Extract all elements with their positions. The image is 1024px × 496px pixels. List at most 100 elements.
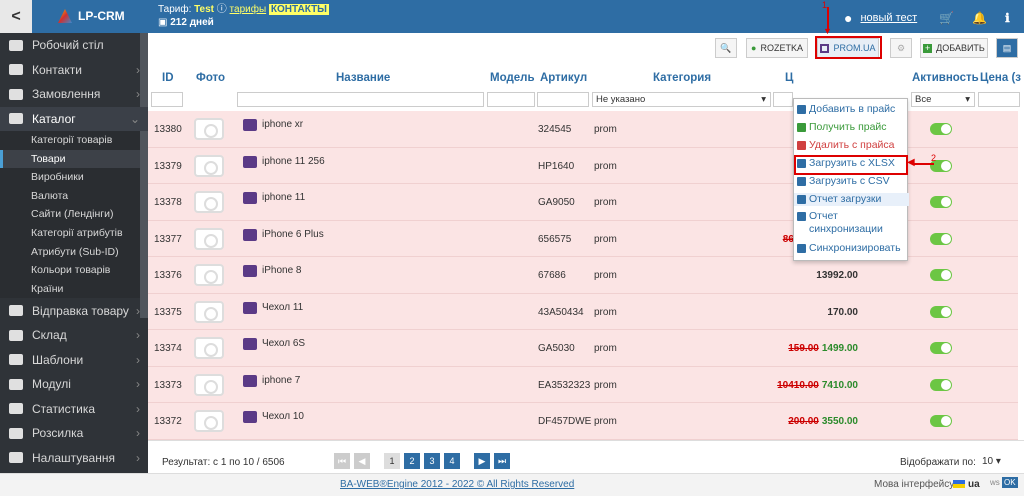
user-name[interactable]: новый тест	[860, 12, 917, 24]
table-row[interactable]: 13374 Чехол 6S GA5030 prom 159.00 1499.00	[148, 330, 1018, 367]
sidebar-sub-product-categories[interactable]: Категорії товарів	[0, 131, 148, 150]
col-name[interactable]: Название	[336, 72, 390, 84]
page-2[interactable]: 2	[404, 453, 420, 469]
sidebar-item-dashboard[interactable]: Робочий стіл	[0, 33, 148, 58]
first-page-button[interactable]: ⏮	[334, 453, 350, 469]
sidebar-item-statistics[interactable]: Статистика ›	[0, 396, 148, 421]
filter-active-select[interactable]: Все ▾	[911, 92, 975, 107]
user-menu[interactable]: ● новый тест 🛒 🔔 ℹ	[844, 10, 1010, 26]
sidebar-sub-colors[interactable]: Кольори товарів	[0, 261, 148, 280]
export-button[interactable]: ▤	[996, 38, 1018, 58]
prev-page-button[interactable]: ◀	[354, 453, 370, 469]
camera-icon[interactable]	[194, 300, 224, 323]
active-toggle[interactable]	[930, 269, 952, 281]
sidebar-sub-attribute-categories[interactable]: Категорії атрибутів	[0, 223, 148, 243]
filter-price-input[interactable]	[773, 92, 793, 107]
row-name[interactable]: Чехол 6S	[262, 338, 305, 349]
back-button[interactable]: <	[0, 0, 32, 33]
filter-id-input[interactable]	[151, 92, 183, 107]
bell-icon[interactable]: 🔔	[972, 11, 987, 25]
sidebar-item-warehouse[interactable]: Склад ›	[0, 323, 148, 348]
page-3[interactable]: 3	[424, 453, 440, 469]
camera-icon[interactable]	[194, 373, 224, 396]
sidebar-item-orders[interactable]: Замовлення ›	[0, 82, 148, 107]
page-1[interactable]: 1	[384, 453, 400, 469]
sidebar-sub-sites[interactable]: Сайти (Лендінги)	[0, 205, 148, 224]
active-toggle[interactable]	[930, 196, 952, 208]
contacts-link[interactable]: КОНТАКТЫ	[268, 4, 329, 15]
sidebar-item-catalog[interactable]: Каталог ⌄	[0, 106, 148, 131]
info-circle-icon[interactable]: ℹ	[1005, 11, 1010, 25]
col-model[interactable]: Модель	[490, 72, 535, 84]
filter-name-input[interactable]	[237, 92, 484, 107]
add-button[interactable]: + ДОБАВИТЬ	[920, 38, 988, 58]
table-row[interactable]: 13376 iPhone 8 67686 prom 13992.00	[148, 257, 1018, 294]
camera-icon[interactable]	[194, 227, 224, 250]
active-toggle[interactable]	[930, 305, 952, 318]
filter-category-select[interactable]: Не указано ▾	[592, 92, 771, 107]
tariffs-link[interactable]: тарифы	[230, 4, 267, 15]
sidebar-sub-attributes[interactable]: Атрибути (Sub-ID)	[0, 242, 148, 262]
rozetka-button[interactable]: ● ROZETKA	[746, 38, 808, 58]
col-id[interactable]: ID	[162, 72, 174, 84]
row-name[interactable]: iphone 7	[262, 375, 300, 386]
dropdown-item[interactable]: Получить прайс	[794, 121, 909, 134]
table-row[interactable]: 13372 Чехол 10 DF457DWE prom 200.00 3550.00	[148, 403, 1018, 440]
next-page-button[interactable]: ▶	[474, 453, 490, 469]
sidebar-sub-countries[interactable]: Країни	[0, 279, 148, 299]
sidebar-item-modules[interactable]: Модулі ›	[0, 372, 148, 397]
sidebar-item-shipping[interactable]: Відправка товару ›	[0, 298, 148, 323]
camera-icon[interactable]	[194, 191, 224, 213]
active-toggle[interactable]	[930, 378, 952, 391]
sidebar-sub-products[interactable]: Товари	[0, 149, 148, 169]
filter-price2-input[interactable]	[978, 92, 1020, 107]
filter-article-input[interactable]	[537, 92, 589, 107]
dropdown-item[interactable]: Добавить в прайс	[794, 103, 909, 116]
col-price2[interactable]: Цена (з	[980, 72, 1021, 84]
dropdown-item[interactable]: Загрузить с CSV	[794, 175, 909, 188]
col-active[interactable]: Активность	[912, 72, 979, 84]
col-category[interactable]: Категория	[653, 72, 711, 84]
page-4[interactable]: 4	[444, 453, 460, 469]
row-name[interactable]: Чехол 11	[262, 302, 303, 313]
sidebar-item-mailing[interactable]: Розсилка ›	[0, 421, 148, 446]
lang-value[interactable]: ua	[968, 479, 980, 490]
sidebar-sub-manufacturers[interactable]: Виробники	[0, 168, 148, 187]
row-name[interactable]: iphone 11 256	[262, 156, 325, 167]
table-row[interactable]: 13375 Чехол 11 43A50434 prom 170.00	[148, 293, 1018, 330]
active-toggle[interactable]	[930, 342, 952, 354]
per-page-select[interactable]: 10 ▾	[982, 456, 1001, 467]
col-article[interactable]: Артикул	[540, 72, 587, 84]
cart-icon[interactable]: 🛒	[939, 11, 954, 25]
search-button[interactable]: 🔍	[715, 38, 737, 58]
logo[interactable]: LP-CRM	[58, 9, 125, 23]
table-row[interactable]: 13373 iphone 7 EA3532323 prom 10410.00 7410.0…	[148, 366, 1018, 403]
sidebar-item-templates[interactable]: Шаблони ›	[0, 347, 148, 372]
sidebar-item-contacts[interactable]: Контакти ›	[0, 58, 148, 83]
camera-icon[interactable]	[194, 118, 224, 140]
row-name[interactable]: Чехол 10	[262, 411, 304, 422]
copyright[interactable]: BA-WEB®Engine 2012 - 2022 © All Rights R…	[340, 479, 574, 490]
camera-icon[interactable]	[194, 154, 224, 177]
sidebar-sub-currency[interactable]: Валюта	[0, 186, 148, 206]
row-name[interactable]: iPhone 8	[262, 265, 301, 276]
active-toggle[interactable]	[930, 123, 952, 135]
dropdown-item[interactable]: Отчет синхронизации	[794, 210, 909, 236]
dropdown-item[interactable]: Удалить с прайса	[794, 139, 909, 152]
dropdown-item[interactable]: Отчет загрузки	[794, 193, 909, 206]
camera-icon[interactable]	[194, 337, 224, 359]
camera-icon[interactable]	[194, 410, 224, 432]
row-name[interactable]: iPhone 6 Plus	[262, 229, 324, 240]
row-name[interactable]: iphone xr	[262, 119, 303, 130]
col-photo[interactable]: Фото	[196, 72, 225, 84]
filter-model-input[interactable]	[487, 92, 535, 107]
dropdown-item[interactable]: Синхронизировать	[794, 242, 909, 255]
active-toggle[interactable]	[930, 232, 952, 245]
settings-button[interactable]: ⚙	[890, 38, 912, 58]
row-name[interactable]: iphone 11	[262, 192, 305, 203]
camera-icon[interactable]	[194, 264, 224, 286]
last-page-button[interactable]: ⏭	[494, 453, 510, 469]
col-price[interactable]: Ц	[785, 72, 793, 84]
active-toggle[interactable]	[930, 415, 952, 427]
sidebar-item-settings[interactable]: Налаштування ›	[0, 445, 148, 470]
